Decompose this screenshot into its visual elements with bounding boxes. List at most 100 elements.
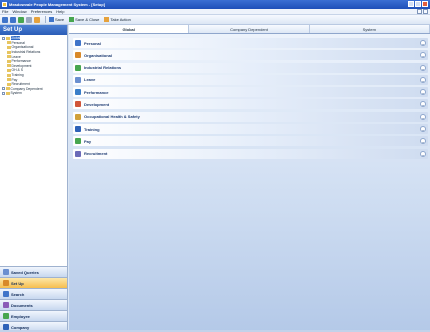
print-icon[interactable]: [34, 16, 40, 23]
mdi-close-icon[interactable]: [423, 9, 428, 14]
tree-label: Pay: [11, 77, 18, 82]
section-training[interactable]: Training ⌄: [73, 124, 428, 135]
section-label: Personal: [84, 40, 101, 46]
setup-tree: Global Personal Organisational Industria…: [0, 35, 67, 97]
tree-label: Organisational: [11, 45, 34, 50]
section-personal[interactable]: Personal ⌄: [73, 38, 428, 48]
tree-label: Training: [11, 73, 24, 78]
menu-help[interactable]: Help: [56, 9, 64, 14]
nav-label: Search: [11, 291, 25, 297]
expand-icon[interactable]: [2, 87, 5, 91]
section-label: Recruitment: [84, 151, 108, 157]
chevron-down-icon[interactable]: ⌄: [420, 64, 426, 71]
folder-icon: [7, 82, 11, 86]
tab-system[interactable]: System: [309, 25, 430, 33]
organisational-icon: [75, 52, 81, 59]
section-label: Performance: [84, 89, 109, 95]
nav-label: Documents: [11, 302, 33, 308]
section-label: Organisational: [84, 52, 113, 58]
section-label: Development: [84, 101, 110, 107]
tree-label: Recruitment: [11, 82, 30, 87]
menu-preferences[interactable]: Preferences: [31, 9, 53, 14]
menu-window[interactable]: Window: [12, 9, 26, 14]
chevron-down-icon[interactable]: ⌄: [420, 89, 426, 96]
toolbar: Save Save & Close Take Action: [0, 15, 430, 25]
menu-file[interactable]: File: [2, 9, 8, 14]
section-industrial-relations[interactable]: Industrial Relations ⌄: [73, 62, 428, 73]
search-icon: [3, 291, 9, 297]
save-close-button[interactable]: Save & Close: [69, 17, 99, 22]
set-up-icon: [3, 280, 9, 286]
folder-icon: [6, 36, 10, 40]
training-icon: [75, 126, 81, 133]
chevron-down-icon[interactable]: ⌄: [420, 113, 426, 120]
tree-label: Performance: [11, 59, 31, 64]
close-icon[interactable]: [422, 1, 428, 7]
folder-icon: [6, 91, 10, 95]
recruitment-icon: [75, 150, 81, 157]
section-organisational[interactable]: Organisational ⌄: [73, 50, 428, 61]
tab-strip: Global Company Dependent System: [69, 25, 430, 34]
tree-label: Industrial Relations: [11, 50, 41, 55]
nav-employee[interactable]: Employee: [0, 310, 67, 321]
folder-icon: [7, 50, 11, 54]
section-recruitment[interactable]: Recruitment ⌄: [73, 148, 428, 159]
saved-queries-icon: [3, 269, 9, 275]
chevron-down-icon[interactable]: ⌄: [420, 138, 426, 145]
refresh-icon[interactable]: [26, 16, 32, 23]
tab-company-dependent[interactable]: Company Dependent: [189, 25, 310, 33]
tree-node-system[interactable]: System: [2, 91, 65, 96]
toolbar-separator: [45, 16, 46, 23]
tree-label: OH & S: [11, 68, 24, 73]
tree-label: Leave: [11, 54, 21, 59]
section-label: Industrial Relations: [84, 65, 122, 71]
mdi-controls: [417, 9, 428, 14]
chevron-down-icon[interactable]: ⌄: [420, 40, 426, 46]
collapse-icon[interactable]: [2, 36, 5, 40]
save-close-label: Save & Close: [75, 17, 100, 22]
tree-label: Global: [10, 36, 21, 41]
chevron-down-icon[interactable]: ⌄: [420, 150, 426, 157]
section-pay[interactable]: Pay ⌄: [73, 136, 428, 147]
save-button[interactable]: Save: [49, 17, 64, 22]
nav-search[interactable]: Search: [0, 288, 67, 299]
expand-icon[interactable]: [2, 91, 5, 95]
nav-label: Set Up: [11, 280, 24, 286]
nav-documents[interactable]: Documents: [0, 299, 67, 310]
home-icon[interactable]: [18, 16, 24, 23]
section-label: Training: [84, 126, 100, 132]
folder-icon: [7, 64, 11, 68]
app-icon: [2, 2, 7, 7]
mdi-minimize-icon[interactable]: [417, 9, 422, 14]
forward-icon[interactable]: [10, 16, 16, 23]
save-close-icon: [69, 17, 75, 22]
chevron-down-icon[interactable]: ⌄: [420, 126, 426, 133]
section-development[interactable]: Development ⌄: [73, 99, 428, 110]
save-label: Save: [55, 17, 65, 22]
nav-set-up[interactable]: Set Up: [0, 277, 67, 288]
tree-label: Personal: [11, 40, 25, 45]
take-action-button[interactable]: Take Action: [104, 17, 131, 22]
section-leave[interactable]: Leave ⌄: [73, 74, 428, 85]
folder-icon: [7, 55, 11, 59]
documents-icon: [3, 302, 9, 308]
folder-icon: [7, 45, 11, 49]
chevron-down-icon[interactable]: ⌄: [420, 101, 426, 108]
tab-global[interactable]: Global: [69, 25, 190, 33]
section-label: Leave: [84, 77, 96, 83]
section-ohs[interactable]: Occupational Health & Safety ⌄: [73, 111, 428, 122]
folder-icon: [7, 68, 11, 72]
maximize-icon[interactable]: [415, 1, 421, 7]
chevron-down-icon[interactable]: ⌄: [420, 76, 426, 83]
section-performance[interactable]: Performance ⌄: [73, 87, 428, 98]
nav-label: Saved Queries: [11, 269, 39, 275]
action-icon: [104, 17, 110, 22]
personal-icon: [75, 40, 81, 46]
pay-icon: [75, 138, 81, 145]
back-icon[interactable]: [2, 16, 8, 23]
save-icon: [49, 17, 54, 22]
chevron-down-icon[interactable]: ⌄: [420, 52, 426, 59]
tree-label: Company Dependent: [10, 86, 43, 91]
nav-saved-queries[interactable]: Saved Queries: [0, 266, 67, 277]
minimize-icon[interactable]: [408, 1, 414, 7]
